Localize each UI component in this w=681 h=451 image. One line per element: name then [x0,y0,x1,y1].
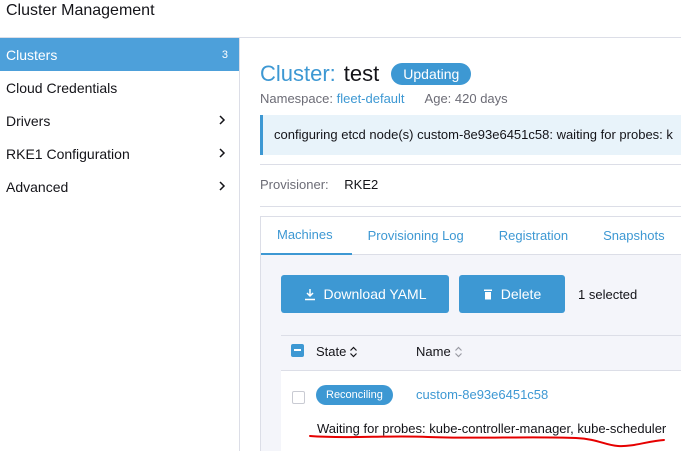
delete-label: Delete [500,286,542,302]
row-checkbox[interactable] [292,391,305,404]
tab-provisioning-log[interactable]: Provisioning Log [352,217,483,255]
select-all-checkbox[interactable] [291,344,304,357]
chevron-right-icon [219,148,226,158]
provisioner-label: Provisioner: [260,177,329,192]
resource-kind-label: Cluster: [260,61,336,86]
sidebar-item-label: Cloud Credentials [6,79,118,96]
divider [260,164,681,165]
column-header-name[interactable]: Name [416,344,463,359]
page: Cluster Management Clusters 3 Cloud Cred… [0,0,681,451]
main-content: Cluster: test Updating Namespace: fleet-… [240,38,681,451]
namespace-label: Namespace: [260,91,333,106]
sort-icon [350,346,358,357]
age-info: Age: 420 days [424,91,508,106]
sidebar-item-advanced[interactable]: Advanced [0,170,239,203]
red-underline-annotation [309,435,665,448]
column-header-state[interactable]: State [316,344,358,359]
sidebar: Clusters 3 Cloud Credentials Drivers RKE… [0,38,240,451]
sidebar-item-label: Clusters [6,46,58,63]
column-header-label: State [316,344,347,359]
download-yaml-button[interactable]: Download YAML [281,275,449,313]
sidebar-item-rke1-configuration[interactable]: RKE1 Configuration [0,137,239,170]
download-icon [304,288,315,300]
selected-count: 1 selected [578,287,638,302]
namespace-info: Namespace: fleet-default [260,91,405,106]
cluster-meta: Namespace: fleet-default Age: 420 days [260,91,508,106]
column-header-label: Name [416,344,451,359]
sidebar-item-label: Advanced [6,178,69,195]
tab-machines[interactable]: Machines [261,217,352,255]
machines-tab-body: Download YAML Delete 1 selected State Na… [261,255,681,451]
chevron-right-icon [219,181,226,191]
trash-icon [483,289,492,300]
tabs-panel: Machines Provisioning Log Registration S… [260,216,681,451]
download-yaml-label: Download YAML [323,286,427,302]
sidebar-item-drivers[interactable]: Drivers [0,104,239,137]
namespace-link[interactable]: fleet-default [337,91,405,106]
machine-name-link[interactable]: custom-8e93e6451c58 [416,387,548,402]
info-banner: configuring etcd node(s) custom-8e93e645… [260,115,681,155]
provisioner-info: Provisioner: RKE2 [260,177,378,192]
sidebar-item-label: Drivers [6,112,51,129]
chevron-right-icon [219,115,226,125]
tab-bar: Machines Provisioning Log Registration S… [261,217,681,255]
sort-icon [454,346,462,357]
page-title: Cluster: test Updating [260,60,472,88]
cluster-name: test [343,61,380,86]
divider [260,206,681,207]
sidebar-item-cloud-credentials[interactable]: Cloud Credentials [0,71,239,104]
sidebar-item-label: RKE1 Configuration [6,145,130,162]
app-header: Cluster Management [0,0,681,38]
tab-snapshots[interactable]: Snapshots [587,217,681,255]
table-header: State Name [281,335,681,371]
clusters-count-badge: 3 [221,48,228,61]
sidebar-item-clusters[interactable]: Clusters 3 [0,38,239,71]
provisioner-value: RKE2 [344,177,379,192]
state-badge: Reconciling [316,385,393,405]
tab-registration[interactable]: Registration [483,217,587,255]
status-badge: Updating [391,63,472,85]
app-title: Cluster Management [6,2,155,19]
delete-button[interactable]: Delete [459,275,565,313]
